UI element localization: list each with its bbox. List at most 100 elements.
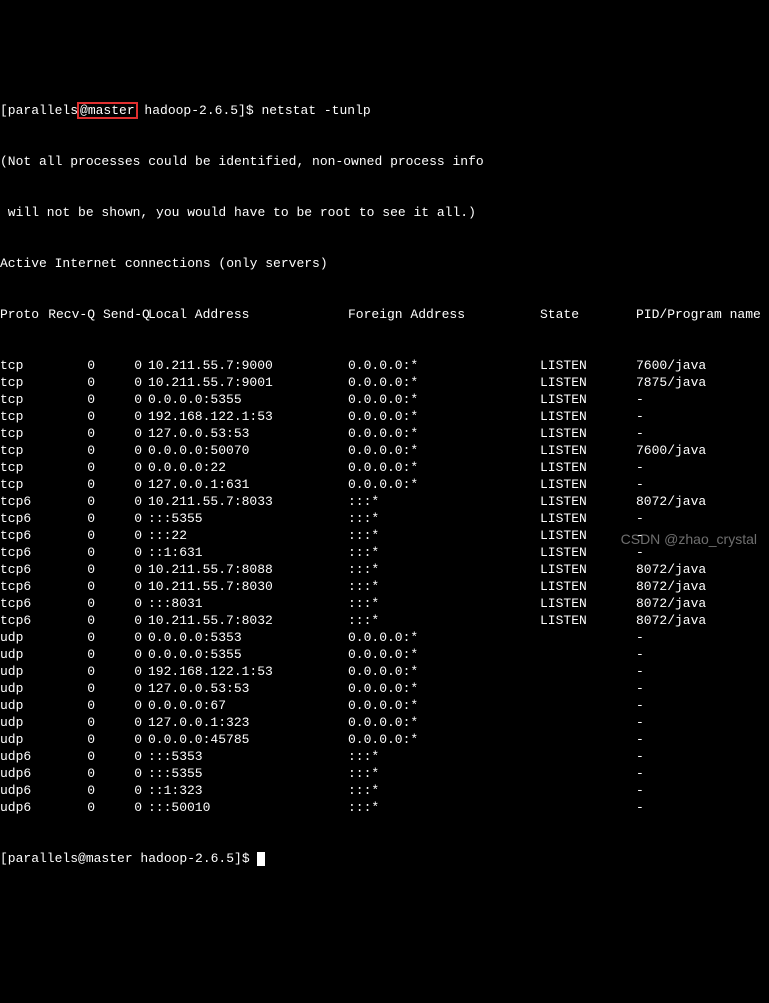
cell-foreign: 0.0.0.0:*: [348, 629, 540, 646]
cell-state: LISTEN: [540, 510, 636, 527]
cell-sendq: 0: [103, 748, 148, 765]
cell-foreign: :::*: [348, 765, 540, 782]
cell-recvq: 0: [48, 663, 103, 680]
cell-pid: 7600/java: [636, 442, 706, 459]
cell-proto: tcp: [0, 442, 48, 459]
cell-foreign: :::*: [348, 612, 540, 629]
cell-sendq: 0: [103, 578, 148, 595]
prompt-text: [parallels@master hadoop-2.6.5]$: [0, 851, 257, 866]
info-line-1: (Not all processes could be identified, …: [0, 153, 769, 170]
col-foreign: Foreign Address: [348, 306, 540, 323]
cell-foreign: 0.0.0.0:*: [348, 714, 540, 731]
cell-local: 0.0.0.0:5355: [148, 646, 348, 663]
cell-pid: 7600/java: [636, 357, 706, 374]
cell-pid: -: [636, 646, 644, 663]
cell-local: :::5353: [148, 748, 348, 765]
cell-proto: tcp6: [0, 493, 48, 510]
cell-recvq: 0: [48, 425, 103, 442]
table-row: udp600::1:323:::*-: [0, 782, 769, 799]
cell-pid: -: [636, 527, 644, 544]
cell-pid: 7875/java: [636, 374, 706, 391]
cell-state: LISTEN: [540, 578, 636, 595]
cell-recvq: 0: [48, 680, 103, 697]
cell-recvq: 0: [48, 731, 103, 748]
cell-recvq: 0: [48, 357, 103, 374]
cell-sendq: 0: [103, 680, 148, 697]
prompt-line-2: [parallels@master hadoop-2.6.5]$: [0, 850, 769, 867]
col-proto: Proto: [0, 306, 48, 323]
cell-recvq: 0: [48, 714, 103, 731]
cell-proto: tcp6: [0, 612, 48, 629]
cell-pid: -: [636, 510, 644, 527]
cell-state: LISTEN: [540, 442, 636, 459]
cell-state: LISTEN: [540, 493, 636, 510]
cell-pid: -: [636, 408, 644, 425]
cell-local: 0.0.0.0:45785: [148, 731, 348, 748]
table-row: udp00127.0.0.1:3230.0.0.0:*-: [0, 714, 769, 731]
cell-state: LISTEN: [540, 391, 636, 408]
cell-recvq: 0: [48, 544, 103, 561]
cell-sendq: 0: [103, 714, 148, 731]
cell-proto: udp: [0, 663, 48, 680]
cell-sendq: 0: [103, 476, 148, 493]
table-row: tcp000.0.0.0:53550.0.0.0:*LISTEN-: [0, 391, 769, 408]
table-row: udp000.0.0.0:53550.0.0.0:*-: [0, 646, 769, 663]
cell-proto: tcp: [0, 408, 48, 425]
cell-foreign: :::*: [348, 799, 540, 816]
cell-sendq: 0: [103, 765, 148, 782]
col-pid: PID/Program name: [636, 306, 761, 323]
cell-recvq: 0: [48, 442, 103, 459]
cell-sendq: 0: [103, 612, 148, 629]
table-row: udp600:::5355:::*-: [0, 765, 769, 782]
cell-state: LISTEN: [540, 612, 636, 629]
table-row: tcp00127.0.0.53:530.0.0.0:*LISTEN-: [0, 425, 769, 442]
cell-local: 10.211.55.7:8030: [148, 578, 348, 595]
cell-recvq: 0: [48, 493, 103, 510]
cell-sendq: 0: [103, 527, 148, 544]
cell-foreign: 0.0.0.0:*: [348, 646, 540, 663]
cell-foreign: 0.0.0.0:*: [348, 357, 540, 374]
cell-sendq: 0: [103, 544, 148, 561]
cell-sendq: 0: [103, 799, 148, 816]
cell-sendq: 0: [103, 595, 148, 612]
cell-foreign: :::*: [348, 493, 540, 510]
cell-local: 10.211.55.7:9001: [148, 374, 348, 391]
cell-foreign: :::*: [348, 561, 540, 578]
terminal[interactable]: [parallels@master hadoop-2.6.5]$ netstat…: [0, 68, 769, 884]
cell-recvq: 0: [48, 459, 103, 476]
cell-pid: -: [636, 476, 644, 493]
cell-local: ::1:323: [148, 782, 348, 799]
table-row: tcp60010.211.55.7:8088:::*LISTEN8072/jav…: [0, 561, 769, 578]
cell-proto: tcp: [0, 391, 48, 408]
cell-recvq: 0: [48, 629, 103, 646]
cell-local: 0.0.0.0:22: [148, 459, 348, 476]
cell-sendq: 0: [103, 442, 148, 459]
cell-sendq: 0: [103, 663, 148, 680]
table-row: tcp000.0.0.0:220.0.0.0:*LISTEN-: [0, 459, 769, 476]
cell-local: :::50010: [148, 799, 348, 816]
cell-pid: -: [636, 663, 644, 680]
cell-sendq: 0: [103, 408, 148, 425]
cell-local: 0.0.0.0:67: [148, 697, 348, 714]
cell-pid: 8072/java: [636, 561, 706, 578]
cell-sendq: 0: [103, 357, 148, 374]
table-row: tcp0010.211.55.7:90010.0.0.0:*LISTEN7875…: [0, 374, 769, 391]
cell-pid: 8072/java: [636, 578, 706, 595]
cell-foreign: :::*: [348, 595, 540, 612]
info-line-2: will not be shown, you would have to be …: [0, 204, 769, 221]
cell-local: 192.168.122.1:53: [148, 408, 348, 425]
cell-pid: -: [636, 544, 644, 561]
cell-proto: tcp: [0, 459, 48, 476]
cell-recvq: 0: [48, 595, 103, 612]
cell-pid: -: [636, 680, 644, 697]
table-body: tcp0010.211.55.7:90000.0.0.0:*LISTEN7600…: [0, 357, 769, 816]
cell-local: 10.211.55.7:8088: [148, 561, 348, 578]
cell-recvq: 0: [48, 527, 103, 544]
cell-proto: udp6: [0, 799, 48, 816]
cursor-icon[interactable]: [257, 852, 265, 866]
cell-sendq: 0: [103, 510, 148, 527]
cell-local: :::8031: [148, 595, 348, 612]
cell-proto: udp6: [0, 782, 48, 799]
cell-pid: 8072/java: [636, 595, 706, 612]
cell-proto: udp: [0, 629, 48, 646]
